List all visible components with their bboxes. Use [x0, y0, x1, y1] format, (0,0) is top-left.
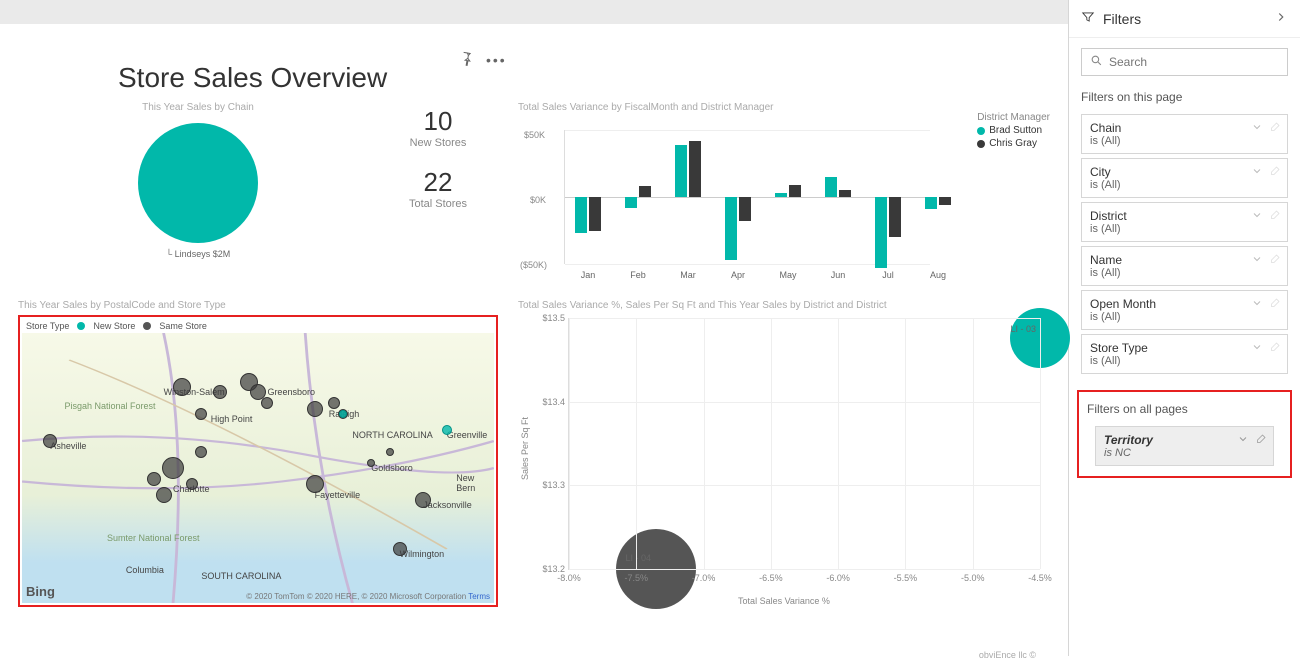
kpi-new-stores-value: 10 — [378, 106, 498, 137]
filter-icon — [1081, 10, 1095, 27]
map-legend: Store Type New Store Same Store — [22, 319, 494, 333]
map-title: This Year Sales by PostalCode and Store … — [18, 300, 498, 311]
filter-search-input[interactable] — [1109, 55, 1279, 69]
chevron-down-icon[interactable] — [1237, 433, 1249, 448]
more-icon[interactable]: ••• — [486, 52, 507, 68]
eraser-icon[interactable] — [1269, 209, 1281, 224]
kpi-new-stores-label: New Stores — [378, 137, 498, 149]
chevron-down-icon[interactable] — [1251, 341, 1263, 356]
filter-card-city[interactable]: Cityis (All) — [1081, 158, 1288, 198]
chevron-down-icon[interactable] — [1251, 209, 1263, 224]
obviEnce-credit: obviEnce llc © — [979, 650, 1036, 660]
top-grey-bar — [0, 0, 1068, 24]
filter-card-chain[interactable]: Chainis (All) — [1081, 114, 1288, 154]
kpi-total-stores-label: Total Stores — [378, 198, 498, 210]
bar-chart-title: Total Sales Variance by FiscalMonth and … — [518, 102, 1050, 113]
bar-plot-area: JanFebMarAprMayJunJulAug — [564, 130, 930, 264]
search-icon — [1090, 54, 1103, 70]
chevron-down-icon[interactable] — [1251, 297, 1263, 312]
scatter-title: Total Sales Variance %, Sales Per Sq Ft … — [518, 300, 1050, 311]
scatter-tile[interactable]: Total Sales Variance %, Sales Per Sq Ft … — [518, 300, 1050, 610]
all-pages-highlight: Filters on all pages Territory is NC — [1077, 390, 1292, 478]
pie-title: This Year Sales by Chain — [18, 102, 378, 113]
filters-title: Filters — [1103, 11, 1266, 27]
filter-card-territory[interactable]: Territory is NC — [1095, 426, 1274, 466]
pie-legend: └ Lindseys $2M — [18, 249, 378, 259]
map-tile[interactable]: Store Type New Store Same Store Bing © 2… — [18, 315, 498, 607]
chevron-down-icon[interactable] — [1251, 253, 1263, 268]
pie-kpi-tile[interactable]: This Year Sales by Chain └ Lindseys $2M … — [18, 102, 498, 292]
filter-card-district[interactable]: Districtis (All) — [1081, 202, 1288, 242]
kpi-total-stores-value: 22 — [378, 167, 498, 198]
page-title: Store Sales Overview — [118, 62, 1050, 94]
chevron-down-icon[interactable] — [1251, 121, 1263, 136]
filter-card-name[interactable]: Nameis (All) — [1081, 246, 1288, 286]
filter-card-open-month[interactable]: Open Monthis (All) — [1081, 290, 1288, 330]
bing-logo: Bing — [26, 584, 55, 599]
eraser-icon[interactable] — [1269, 341, 1281, 356]
filter-search[interactable] — [1081, 48, 1288, 76]
section-this-page: Filters on this page — [1069, 86, 1300, 110]
section-all-pages: Filters on all pages — [1083, 398, 1286, 422]
map-canvas[interactable]: Bing © 2020 TomTom © 2020 HERE, © 2020 M… — [22, 333, 494, 603]
bar-legend: District Manager Brad Sutton Chris Gray — [977, 112, 1050, 151]
eraser-icon[interactable] — [1269, 165, 1281, 180]
pin-icon[interactable] — [458, 50, 474, 69]
eraser-icon[interactable] — [1269, 253, 1281, 268]
map-tile-wrapper: This Year Sales by PostalCode and Store … — [18, 300, 498, 610]
eraser-icon[interactable] — [1269, 297, 1281, 312]
filter-card-store-type[interactable]: Store Typeis (All) — [1081, 334, 1288, 374]
chevron-down-icon[interactable] — [1251, 165, 1263, 180]
map-attribution: © 2020 TomTom © 2020 HERE, © 2020 Micros… — [246, 592, 490, 601]
bar-chart-tile[interactable]: Total Sales Variance by FiscalMonth and … — [518, 102, 1050, 292]
scatter-plot-area: LI - 04 LI - 03 $13.5$13.4$13.3$13.2-8.0… — [568, 318, 1040, 570]
map-terms-link[interactable]: Terms — [468, 592, 490, 601]
pie-chart[interactable] — [138, 123, 258, 243]
filters-pane: Filters Filters on this page Chainis (Al… — [1068, 0, 1300, 656]
eraser-icon[interactable] — [1255, 433, 1267, 448]
collapse-pane-icon[interactable] — [1274, 10, 1288, 27]
eraser-icon[interactable] — [1269, 121, 1281, 136]
